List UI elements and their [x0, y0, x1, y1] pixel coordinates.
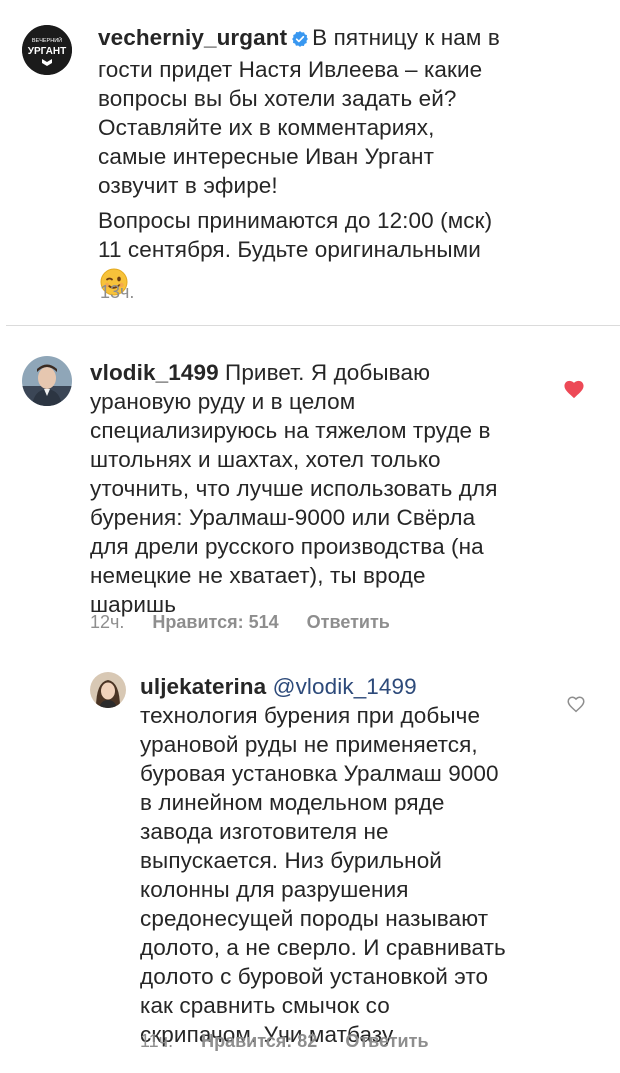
reply-text-line: колонны для разрушения: [140, 877, 409, 902]
post-caption-line: гости придет Настя Ивлеева – какие: [98, 57, 483, 82]
reply-text-line: технология бурения при добыче: [140, 703, 481, 728]
urgant-logo-icon: ВЕЧЕРНИЙ УРГАНТ: [22, 25, 72, 75]
post-caption-line: вопросы вы бы хотели задать ей?: [98, 86, 457, 111]
reply-text-line: выпускается. Низ бурильной: [140, 848, 442, 873]
comment-text-line: Привет. Я добываю: [225, 360, 431, 385]
comment-text-line: бурения: Уралмаш-9000 или Свёрла: [90, 505, 476, 530]
post-caption: vecherniy_urgant В пятницу к нам в гости …: [98, 23, 608, 300]
reply-text-line: в линейном модельном ряде: [140, 790, 445, 815]
reply-text-line: урановой руды не применяется,: [140, 732, 478, 757]
divider: [6, 325, 620, 326]
comment-text-line: уточнить, что лучше использовать для: [90, 476, 498, 501]
post-caption-line: озвучит в эфире!: [98, 173, 278, 198]
comment-text-line: специализируюсь на тяжелом труде в: [90, 418, 491, 443]
comment-text-line: немецкие не хватает), ты вроде: [90, 563, 426, 588]
like-heart-icon[interactable]: [563, 379, 585, 404]
comment-avatar[interactable]: [22, 356, 72, 406]
logo-line-1: ВЕЧЕРНИЙ: [32, 36, 62, 44]
comment-text-line: урановую руду и в целом: [90, 389, 356, 414]
user-photo-icon: [90, 672, 126, 708]
reply-text-line: долото с буровой установкой это: [140, 964, 489, 989]
comment-time: 12ч.: [90, 612, 125, 632]
reply-time: 11ч.: [140, 1031, 174, 1051]
comment-text-line: штольнях и шахтах, хотел только: [90, 447, 441, 472]
comment-text-line: для дрели русского производства (на: [90, 534, 484, 559]
post-avatar[interactable]: ВЕЧЕРНИЙ УРГАНТ: [22, 25, 72, 75]
comment-username[interactable]: vlodik_1499: [90, 360, 219, 385]
post-caption-line: Оставляйте их в комментариях,: [98, 115, 435, 140]
verified-badge-icon: [291, 26, 309, 55]
post-caption-line: Вопросы принимаются до 12:00 (мск): [98, 208, 493, 233]
reply-text-line: средонесущей породы называют: [140, 906, 489, 931]
post-caption-line: vecherniy_urgant В пятницу к нам в: [98, 23, 608, 55]
post-username[interactable]: vecherniy_urgant: [98, 25, 287, 50]
user-photo-icon: [22, 356, 72, 406]
reply-mention[interactable]: @vlodik_1499: [273, 674, 417, 699]
reply-likes[interactable]: Нравится: 82: [201, 1031, 317, 1051]
reply-username[interactable]: uljekaterina: [140, 674, 266, 699]
comment-likes[interactable]: Нравится: 514: [152, 612, 278, 632]
post-time: 13ч.: [100, 282, 135, 302]
reply-text-line: долото, а не сверло. И сравнивать: [140, 935, 506, 960]
logo-line-2: УРГАНТ: [28, 46, 66, 57]
post-caption-text: В пятницу к нам в: [312, 25, 500, 50]
comment-meta: 12ч. Нравится: 514 Ответить: [90, 612, 390, 633]
reply-avatar[interactable]: [90, 672, 126, 708]
reply-button[interactable]: Ответить: [307, 612, 390, 632]
reply-button[interactable]: Ответить: [345, 1031, 428, 1051]
reply-text-line: завода изготовителя не: [140, 819, 389, 844]
post-caption-line: 11 сентября. Будьте оригинальными: [98, 237, 481, 262]
reply-text-line: как сравнить смычок со: [140, 993, 390, 1018]
heart-outline-icon[interactable]: [566, 695, 586, 718]
reply-meta: 11ч. Нравится: 82 Ответить: [140, 1031, 429, 1052]
reply-text: uljekaterina @vlodik_1499 технология бур…: [140, 672, 560, 1049]
post-caption-line: самые интересные Иван Ургант: [98, 144, 434, 169]
comment-text: vlodik_1499 Привет. Я добываю урановую р…: [90, 358, 550, 619]
reply-text-line: буровая установка Уралмаш 9000: [140, 761, 499, 786]
